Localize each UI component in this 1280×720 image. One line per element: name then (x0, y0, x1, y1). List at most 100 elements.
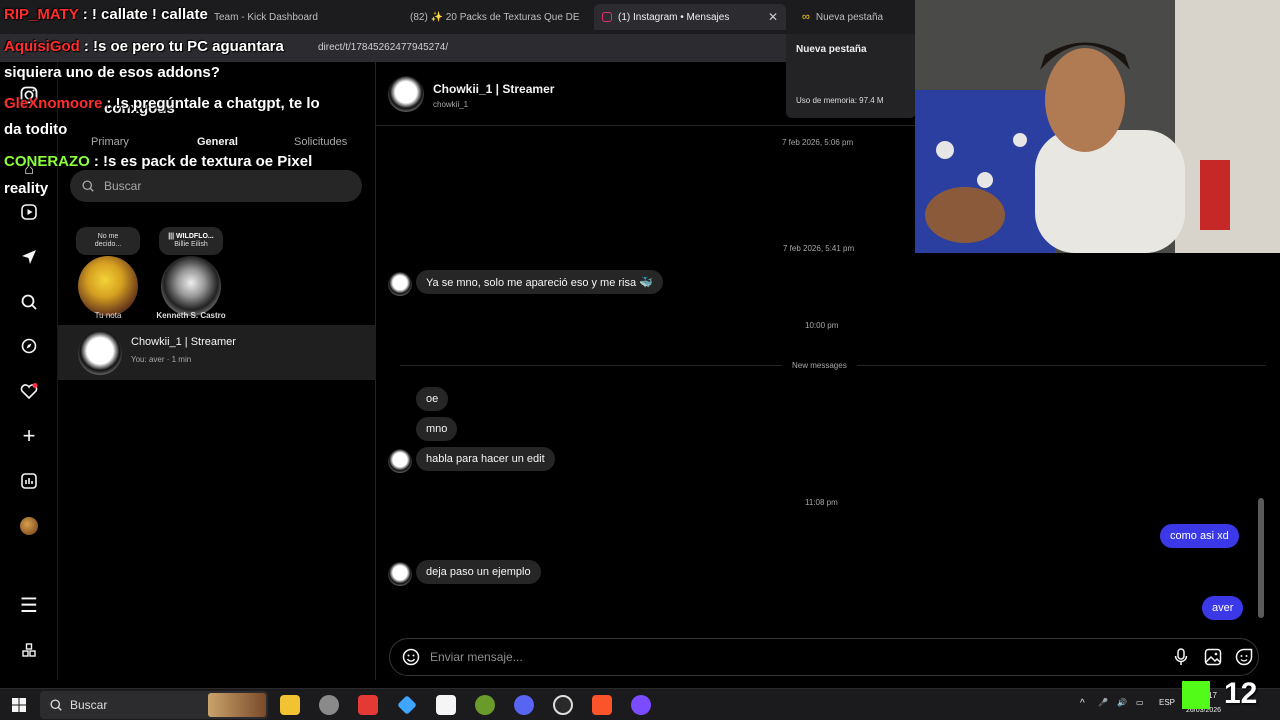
search-icon (50, 699, 62, 711)
chat-line: siquiera uno de esos addons? (4, 62, 220, 83)
new-tab-hover-card: Nueva pestaña Uso de memoria: 97.4 M (786, 34, 916, 118)
chat-line: RIP_MATY: ! callate ! callate (4, 4, 208, 25)
windows-taskbar: Buscar ^ 🎤 🔊 ▭ ESP 17 26/03/2026 12 (0, 677, 1280, 720)
chat-name[interactable]: Chowkii_1 | Streamer (433, 82, 554, 96)
memory-usage: Uso de memoria: 97.4 M (796, 96, 884, 105)
search-highlight-image (208, 693, 266, 717)
kick-logo-icon (1182, 681, 1210, 709)
message-incoming[interactable]: habla para hacer un edit (416, 447, 555, 471)
chat-line: AquisiGod: !s oe pero tu PC aguantara (4, 36, 284, 57)
chat-text: da todito (4, 121, 68, 138)
timestamp: 7 feb 2026, 5:41 pm (783, 244, 855, 253)
obs-icon[interactable] (553, 695, 573, 715)
chat-line: GleXnomoore: !s pregúntale a chatgpt, te… (4, 93, 320, 114)
chat-text: : !s es pack de textura oe Pixel (93, 153, 313, 170)
address-url[interactable]: direct/t/17845262477945274/ (318, 42, 448, 53)
microphone-tray-icon[interactable]: 🎤 (1098, 698, 1108, 707)
chat-line: da todito (4, 119, 67, 140)
menu-icon[interactable]: ☰ (18, 594, 40, 617)
message-incoming[interactable]: oe (416, 387, 449, 411)
language-indicator[interactable]: ESP (1159, 698, 1175, 707)
message-outgoing[interactable]: aver (1202, 596, 1244, 620)
timestamp: 11:08 pm (805, 498, 838, 507)
window-app-icon[interactable] (436, 695, 456, 715)
note-name: Kenneth S. Castro (156, 311, 226, 320)
conversation-item[interactable]: Chowkii_1 | Streamer You: aver · 1 min (58, 325, 376, 380)
heart-notifications-icon[interactable] (18, 380, 40, 402)
message-incoming[interactable]: deja paso un ejemplo (416, 560, 541, 584)
note-artist: Billie Eilish (174, 241, 208, 248)
note-name: Tu nota (94, 311, 122, 320)
webcam-image (915, 0, 1280, 253)
taskbar-search-label: Buscar (70, 698, 108, 712)
tab-instagram[interactable]: (1) Instagram • Mensajes ✕ (594, 4, 786, 30)
kick-viewer-count: 12 (1224, 677, 1258, 710)
search-input[interactable]: Buscar (70, 170, 362, 202)
tab-label: Nueva pestaña (815, 11, 884, 23)
reels-icon[interactable] (18, 201, 40, 223)
profile-avatar[interactable] (18, 515, 40, 537)
minecraft-launcher-icon[interactable] (475, 695, 495, 715)
tab-general[interactable]: General (197, 136, 238, 148)
conversation-preview: You: aver · 1 min (131, 355, 192, 364)
tab-requests[interactable]: Solicitudes (294, 136, 347, 148)
network-icon[interactable]: ▭ (1136, 698, 1144, 707)
note-bubble: ||| WILDFLO... Billie Eilish (159, 227, 223, 255)
file-explorer-icon[interactable] (280, 695, 300, 715)
notes-row: No me decido... Tu nota ||| WILDFLO... B… (58, 222, 376, 326)
chat-text: reality (4, 180, 49, 197)
timestamp: 10:00 pm (805, 321, 839, 330)
conversation-name: Chowkii_1 | Streamer (131, 336, 236, 348)
search-icon (82, 180, 94, 192)
note-bubble: No me decido... (76, 227, 140, 255)
settings-gear-icon[interactable] (319, 695, 339, 715)
windows-start-icon[interactable] (12, 698, 26, 717)
timestamp: 7 feb 2026, 5:06 pm (782, 138, 854, 147)
tab-label: Team - Kick Dashboard (214, 11, 318, 23)
app-diamond-icon[interactable] (397, 695, 417, 715)
avatar (161, 256, 221, 316)
popup-title: Nueva pestaña (796, 44, 867, 55)
avatar (388, 449, 412, 473)
dashboard-icon[interactable] (18, 470, 40, 492)
create-icon[interactable]: + (18, 423, 40, 448)
threads-apps-icon[interactable] (18, 639, 40, 661)
emoji-icon[interactable] (402, 648, 420, 666)
message-incoming[interactable]: mno (416, 417, 458, 441)
avatar[interactable] (388, 76, 424, 112)
chat-scrollbar[interactable] (1258, 498, 1264, 618)
chat-text: siquiera uno de esos addons? (4, 64, 220, 81)
new-messages-label: New messages (782, 361, 857, 370)
avatar (78, 331, 122, 375)
close-tab-icon[interactable]: ✕ (768, 10, 778, 24)
tab-new[interactable]: ∞ Nueva pestaña (794, 4, 914, 30)
microphone-icon[interactable] (1174, 648, 1188, 669)
tab-primary[interactable]: Primary (91, 136, 129, 148)
tray-chevron-icon[interactable]: ^ (1080, 698, 1085, 709)
image-icon[interactable] (1204, 648, 1222, 669)
discord-icon[interactable] (514, 695, 534, 715)
volume-icon[interactable]: 🔊 (1117, 698, 1127, 707)
send-icon[interactable] (18, 246, 40, 268)
tab-youtube[interactable]: (82) ✨ 20 Packs de Texturas Que DE (396, 4, 586, 30)
note-text: decido... (94, 241, 122, 248)
search-icon[interactable] (18, 291, 40, 313)
message-incoming[interactable]: Ya se mno, solo me apareció eso y me ris… (416, 270, 663, 294)
taskbar-search[interactable]: Buscar (40, 691, 268, 719)
chat-text: : ! callate ! callate (82, 6, 208, 23)
app-red-icon[interactable] (358, 695, 378, 715)
message-composer[interactable]: Enviar mensaje... (389, 638, 1259, 676)
infinity-icon: ∞ (802, 11, 810, 23)
avatar (388, 562, 412, 586)
message-outgoing[interactable]: como asi xd (1160, 524, 1239, 548)
avatar (388, 272, 412, 296)
tab-label: (82) ✨ 20 Packs de Texturas Que DE (410, 11, 580, 23)
composer-placeholder[interactable]: Enviar mensaje... (430, 650, 523, 664)
brave-browser-icon[interactable] (592, 695, 612, 715)
search-placeholder: Buscar (104, 179, 142, 193)
explore-icon[interactable] (18, 335, 40, 357)
tab-kick-dashboard[interactable]: Team - Kick Dashboard (206, 4, 386, 30)
tab-label: (1) Instagram • Mensajes (618, 11, 730, 23)
app-purple-icon[interactable] (631, 695, 651, 715)
sticker-icon[interactable] (1235, 648, 1253, 669)
